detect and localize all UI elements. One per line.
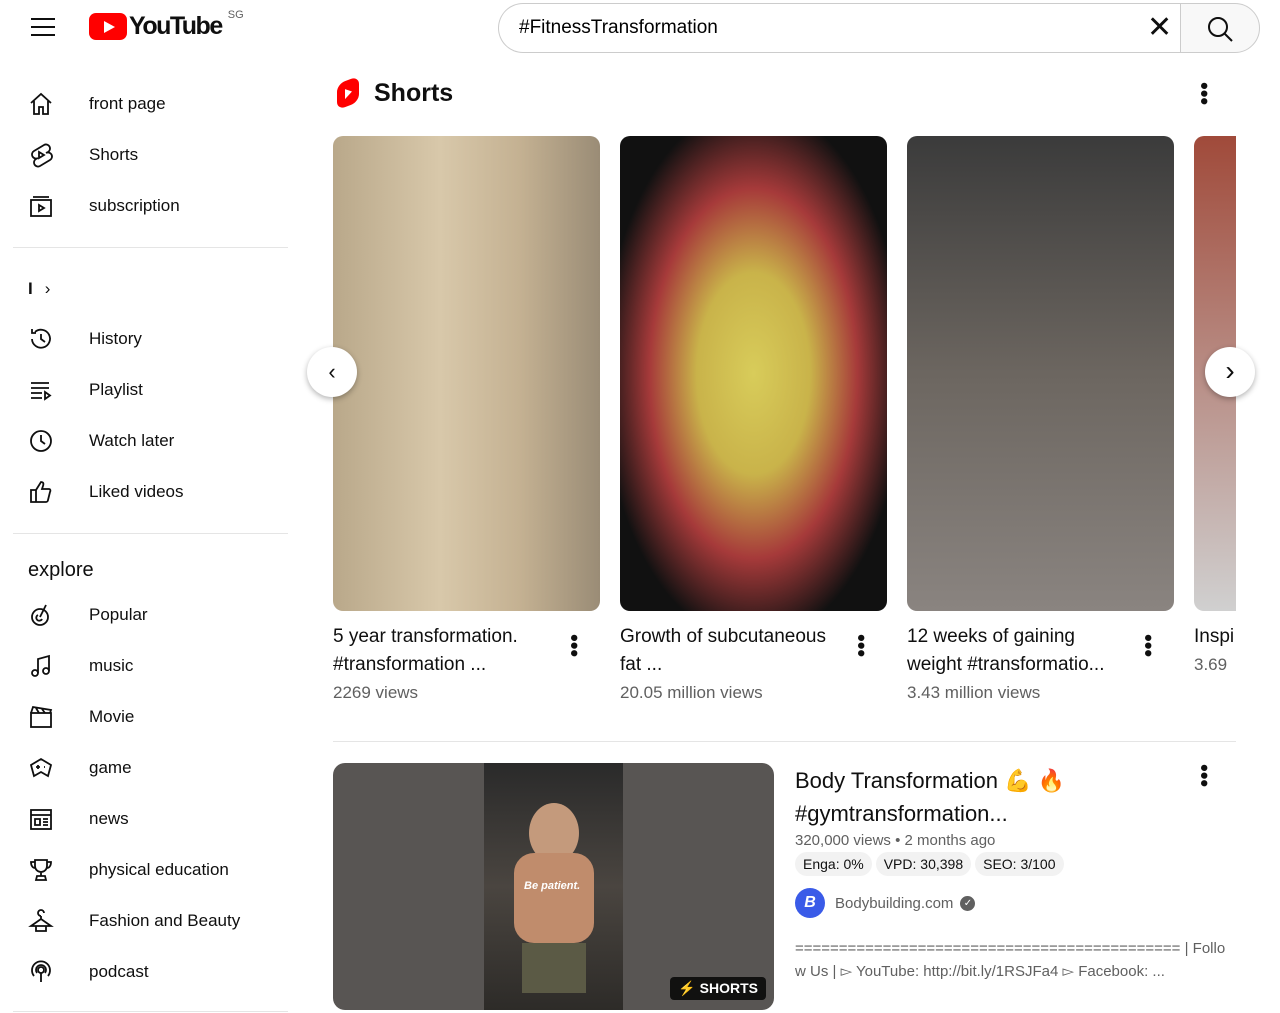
you-section-link[interactable]: I ›: [28, 279, 50, 299]
short-thumbnail[interactable]: [620, 136, 887, 611]
fire-icon: [28, 602, 54, 628]
thumbs-up-icon: [28, 479, 54, 505]
shorts-icon: [28, 142, 54, 168]
channel-avatar: B: [795, 888, 825, 918]
short-title[interactable]: Inspi Tran: [1194, 623, 1236, 651]
short-card[interactable]: Inspi Tran 3.69: [1194, 136, 1236, 675]
hanger-icon: [28, 908, 54, 934]
short-more-button[interactable]: •••: [1136, 634, 1161, 657]
clock-icon: [28, 428, 54, 454]
video-thumbnail[interactable]: Be patient. ⚡ SHORTS: [333, 763, 774, 1010]
sidebar-item-game[interactable]: game: [28, 748, 288, 788]
sidebar-item-label: Playlist: [89, 380, 143, 399]
sidebar-item-shorts[interactable]: Shorts: [28, 135, 288, 175]
sidebar-item-label: Fashion and Beauty: [89, 911, 241, 930]
sidebar-item-label: podcast: [89, 962, 149, 981]
sidebar-item-label: news: [89, 809, 129, 828]
scroll-left-button[interactable]: ‹: [307, 347, 357, 397]
sidebar-item-label: Liked videos: [89, 482, 184, 501]
trophy-icon: [28, 857, 54, 883]
explore-title: explore: [28, 559, 94, 581]
short-card[interactable]: Growth of subcutaneous fat ... 20.05 mill…: [620, 136, 887, 703]
short-views: 2269 views: [333, 683, 419, 702]
sidebar-item-history[interactable]: History: [28, 319, 288, 359]
sidebar-item-movie[interactable]: Movie: [28, 697, 288, 737]
stats-chips: Enga: 0% VPD: 30,398 SEO: 3/100: [795, 852, 1068, 876]
sidebar-item-popular[interactable]: Popular: [28, 595, 288, 635]
gamepad-icon: [28, 755, 54, 781]
video-description: ========================================…: [795, 940, 1226, 980]
overlay-text: Be patient.: [524, 880, 581, 892]
short-more-button[interactable]: •••: [849, 634, 874, 657]
sidebar-item-front-page[interactable]: front page: [28, 84, 288, 124]
sidebar-item-podcast[interactable]: podcast: [28, 952, 288, 992]
subscriptions-icon: [28, 193, 54, 219]
sidebar-item-liked-videos[interactable]: Liked videos: [28, 472, 288, 512]
home-icon: [28, 91, 54, 117]
short-thumbnail[interactable]: [907, 136, 1174, 611]
short-views: 3.69: [1194, 655, 1228, 674]
sidebar-item-subscription[interactable]: subscription: [28, 186, 288, 226]
vpd-chip: VPD: 30,398: [875, 852, 972, 876]
short-title[interactable]: Growth of subcutaneous fat ...: [620, 623, 845, 679]
youtube-logo[interactable]: YouTube SG: [89, 8, 244, 41]
sidebar-item-label: subscription: [89, 196, 180, 215]
history-icon: [28, 326, 54, 352]
sidebar-item-news[interactable]: news: [28, 799, 288, 839]
short-title[interactable]: 12 weeks of gaining weight #transformati…: [907, 623, 1132, 679]
sidebar-item-label: Watch later: [89, 431, 175, 450]
playlist-icon: [28, 377, 54, 403]
sidebar-item-music[interactable]: music: [28, 646, 288, 686]
video-title[interactable]: Body Transformation 💪 🔥 #gymtransformati…: [795, 764, 1115, 830]
sidebar-item-label: game: [89, 758, 132, 777]
verified-icon: ✓: [960, 895, 976, 911]
logo-text: YouTube: [129, 12, 223, 40]
sidebar-item-playlist[interactable]: Playlist: [28, 370, 288, 410]
video-more-button[interactable]: •••: [1192, 764, 1217, 787]
podcast-icon: [28, 959, 54, 985]
sidebar-item-label: front page: [89, 94, 166, 113]
short-title[interactable]: 5 year transformation. #transformation .…: [333, 623, 558, 679]
sidebar-item-label: music: [89, 656, 134, 675]
sidebar-item-watch-later[interactable]: Watch later: [28, 421, 288, 461]
sidebar-item-physical-education[interactable]: physical education: [28, 850, 288, 890]
short-thumbnail[interactable]: [333, 136, 600, 611]
short-card[interactable]: 12 weeks of gaining weight #transformati…: [907, 136, 1174, 703]
region-code: SG: [227, 8, 244, 21]
sidebar-item-label: physical education: [89, 860, 229, 879]
music-icon: [28, 653, 54, 679]
channel-link[interactable]: B Bodybuilding.com ✓: [795, 888, 976, 918]
sidebar-item-label: Shorts: [89, 145, 139, 164]
sidebar-item-label: Popular: [89, 605, 148, 624]
news-icon: [28, 806, 54, 832]
play-icon: [89, 13, 127, 40]
video-meta: 320,000 views • 2 months ago: [795, 832, 996, 849]
engagement-chip: Enga: 0%: [795, 852, 872, 876]
shorts-badge: ⚡ SHORTS: [670, 977, 766, 1000]
short-views: 20.05 million views: [620, 683, 763, 702]
clapper-icon: [28, 704, 54, 730]
sidebar-item-label: History: [89, 329, 142, 348]
short-views: 3.43 million views: [907, 683, 1041, 702]
sidebar-item-fashion-and-beauty[interactable]: Fashion and Beauty: [28, 901, 288, 941]
menu-button[interactable]: [31, 17, 55, 37]
short-card[interactable]: 5 year transformation. #transformation .…: [333, 136, 600, 703]
sidebar-item-label: Movie: [89, 707, 135, 726]
seo-chip: SEO: 3/100: [975, 852, 1064, 876]
scroll-right-button[interactable]: ›: [1205, 347, 1255, 397]
short-more-button[interactable]: •••: [562, 634, 587, 657]
